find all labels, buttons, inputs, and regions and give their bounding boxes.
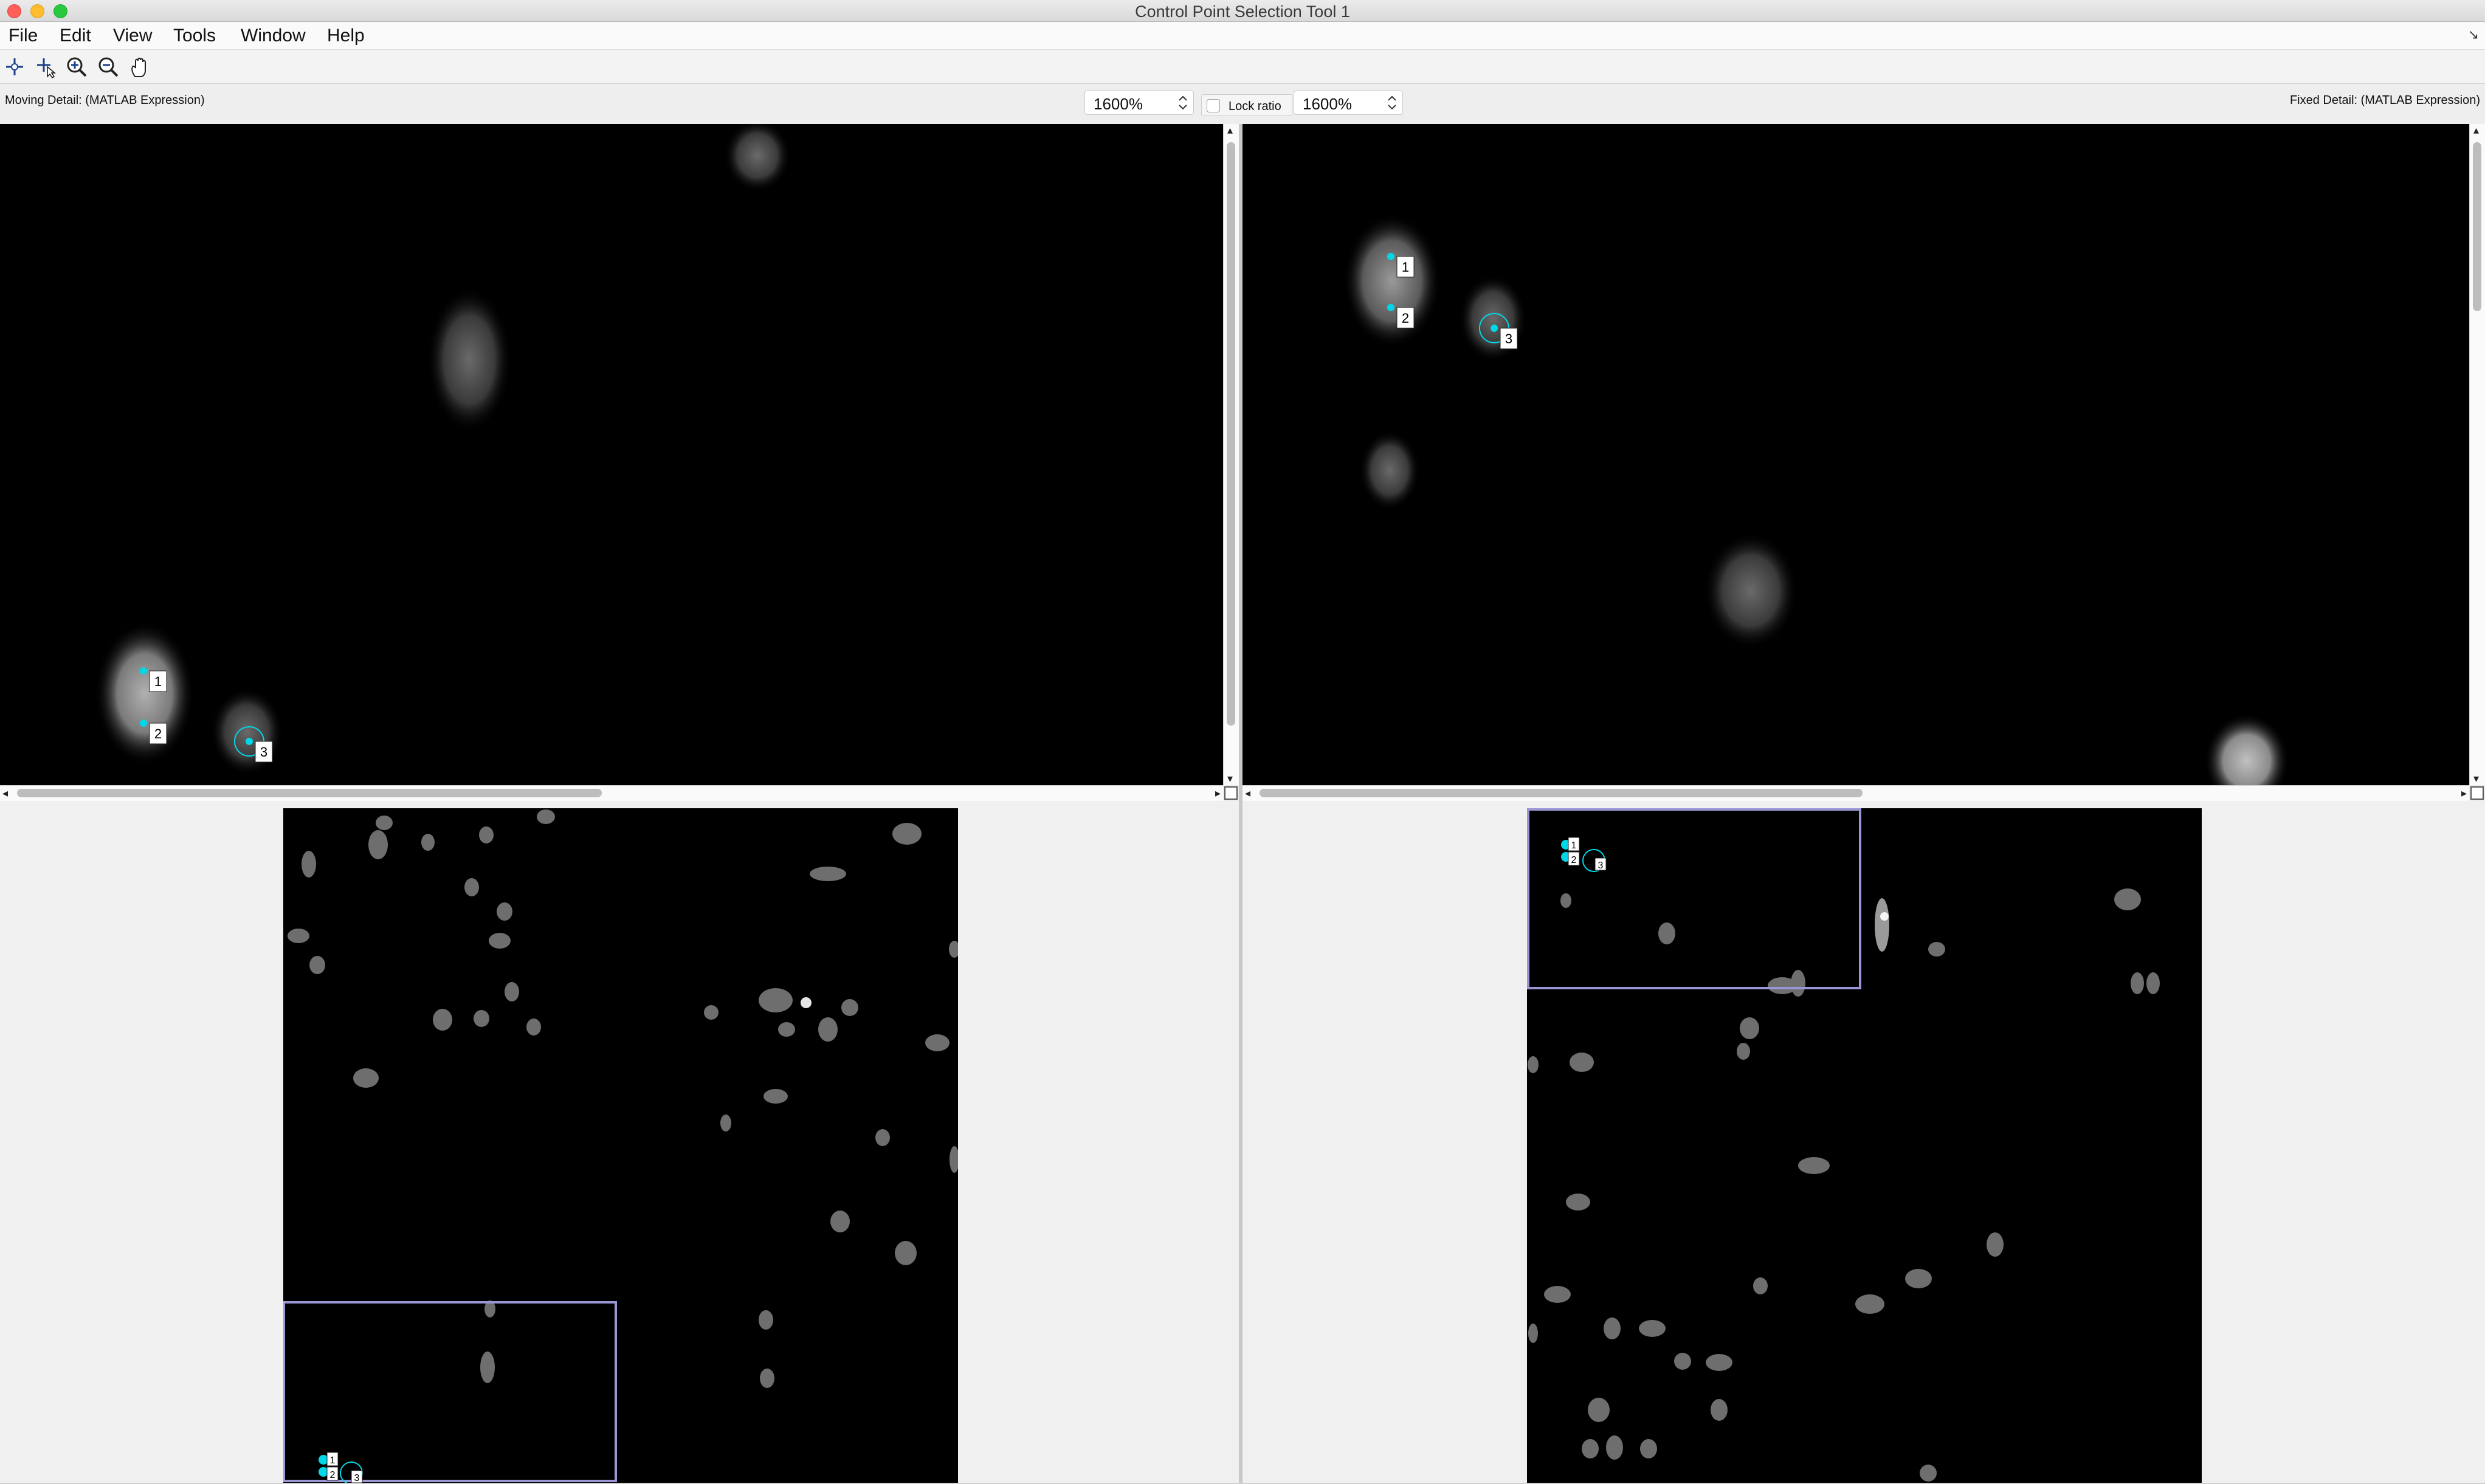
cell-nucleus (1343, 214, 1441, 348)
bright-spot (1880, 912, 1889, 921)
scroll-right-arrow-icon[interactable]: ▸ (1215, 787, 1221, 800)
moving-horizontal-scrollbar[interactable]: ◂ ▸ (0, 785, 1223, 801)
moving-detail-image[interactable]: 1 2 3 (0, 124, 1223, 785)
control-point-label: 1 (1402, 259, 1409, 275)
control-point-label: 1 (330, 1455, 336, 1466)
scroll-thumb[interactable] (17, 789, 602, 797)
fixed-detail-label: Fixed Detail: (MATLAB Expression) (2289, 94, 2480, 107)
fixed-overview-canvas[interactable]: 1 2 3 (1527, 808, 2202, 1483)
cell-nucleus (724, 124, 791, 192)
moving-detail-canvas[interactable]: 1 2 3 (0, 124, 1223, 785)
zoom-in-icon[interactable] (64, 55, 89, 79)
scroll-down-arrow-icon[interactable]: ▾ (1227, 772, 1233, 785)
fixed-detail-region-rect[interactable] (1527, 808, 1861, 989)
scroll-up-arrow-icon[interactable]: ▴ (2473, 124, 2479, 137)
control-point-label: 3 (354, 1473, 360, 1483)
cell-nuclei (1528, 888, 2160, 1482)
scroll-corner (1224, 786, 1238, 800)
lock-ratio-box[interactable] (1207, 99, 1220, 112)
zoom-spinner-icon[interactable] (1176, 92, 1190, 113)
scroll-right-arrow-icon[interactable]: ▸ (2461, 787, 2467, 800)
control-point-label: 2 (1571, 855, 1577, 865)
window-title: Control Point Selection Tool 1 (1135, 2, 1350, 21)
overview-control-points[interactable]: 1 2 3 (1561, 837, 1607, 872)
moving-zoom-value: 1600% (1094, 95, 1143, 113)
add-point-icon[interactable] (2, 55, 27, 79)
scroll-up-arrow-icon[interactable]: ▴ (1227, 124, 1233, 137)
zoom-out-icon[interactable] (96, 55, 120, 79)
bright-cell (1875, 898, 1889, 952)
detail-header: Moving Detail: (MATLAB Expression) 1600%… (0, 84, 2485, 124)
menu-window[interactable]: Window (241, 26, 306, 46)
scroll-thumb[interactable] (1260, 789, 1863, 797)
control-point-label: 3 (1598, 861, 1604, 871)
fixed-vertical-scrollbar[interactable]: ▴ ▾ (2469, 124, 2485, 785)
fixed-horizontal-scrollbar[interactable]: ◂ ▸ (1242, 785, 2469, 801)
control-point-label: 2 (1402, 311, 1409, 326)
scroll-thumb[interactable] (1227, 142, 1235, 726)
moving-overview-image[interactable]: 1 2 3 (283, 808, 958, 1483)
scroll-down-arrow-icon[interactable]: ▾ (2473, 772, 2479, 785)
scroll-corner (2470, 786, 2484, 800)
cell-nucleus (95, 622, 195, 765)
zoom-spinner-icon[interactable] (1385, 92, 1399, 113)
fixed-overview-image[interactable]: 1 2 3 (1527, 808, 2202, 1483)
menu-view[interactable]: View (113, 26, 152, 46)
menu-bar: File Edit View Tools Window Help ↘ (0, 22, 2485, 50)
moving-vertical-scrollbar[interactable]: ▴ ▾ (1223, 124, 1239, 785)
cell-nucleus (1703, 532, 1798, 649)
app-window: Control Point Selection Tool 1 File Edit… (0, 0, 2485, 1484)
lock-ratio-label: Lock ratio (1229, 100, 1281, 113)
pan-hand-icon[interactable] (128, 55, 152, 79)
cell-nucleus (1359, 430, 1420, 510)
control-point-label: 2 (154, 726, 162, 741)
moving-detail-label: Moving Detail: (MATLAB Expression) (5, 94, 205, 107)
control-point-label: 1 (154, 674, 162, 689)
fixed-zoom-field[interactable]: 1600% (1294, 91, 1403, 115)
cell-nucleus (2204, 713, 2289, 785)
toolbar-dock-icon[interactable]: ↘ (2468, 27, 2479, 43)
fixed-detail-image[interactable]: 1 2 3 (1242, 124, 2469, 785)
control-point-label: 1 (1571, 840, 1577, 851)
control-point-label: 2 (330, 1470, 336, 1480)
menu-help[interactable]: Help (327, 26, 365, 46)
menu-tools[interactable]: Tools (173, 26, 216, 46)
toolbar (0, 50, 2485, 84)
title-bar: Control Point Selection Tool 1 (0, 0, 2485, 22)
cell-nucleus (427, 287, 512, 433)
fixed-zoom-value: 1600% (1303, 95, 1352, 113)
moving-zoom-field[interactable]: 1600% (1084, 91, 1194, 115)
overview-control-points[interactable]: 1 2 3 (319, 1452, 363, 1483)
scroll-left-arrow-icon[interactable]: ◂ (1245, 787, 1250, 800)
select-point-icon[interactable] (34, 55, 58, 79)
scroll-thumb[interactable] (2473, 142, 2481, 311)
control-point-label: 3 (1505, 331, 1512, 346)
menu-file[interactable]: File (9, 26, 38, 46)
fixed-detail-canvas[interactable]: 1 2 3 (1242, 124, 2469, 785)
control-point-label: 3 (260, 744, 267, 760)
bright-spot (801, 997, 812, 1008)
lock-ratio-checkbox[interactable]: Lock ratio (1201, 94, 1292, 116)
moving-overview-canvas[interactable]: 1 2 3 (283, 808, 958, 1483)
scroll-left-arrow-icon[interactable]: ◂ (2, 787, 8, 800)
menu-edit[interactable]: Edit (60, 26, 91, 46)
